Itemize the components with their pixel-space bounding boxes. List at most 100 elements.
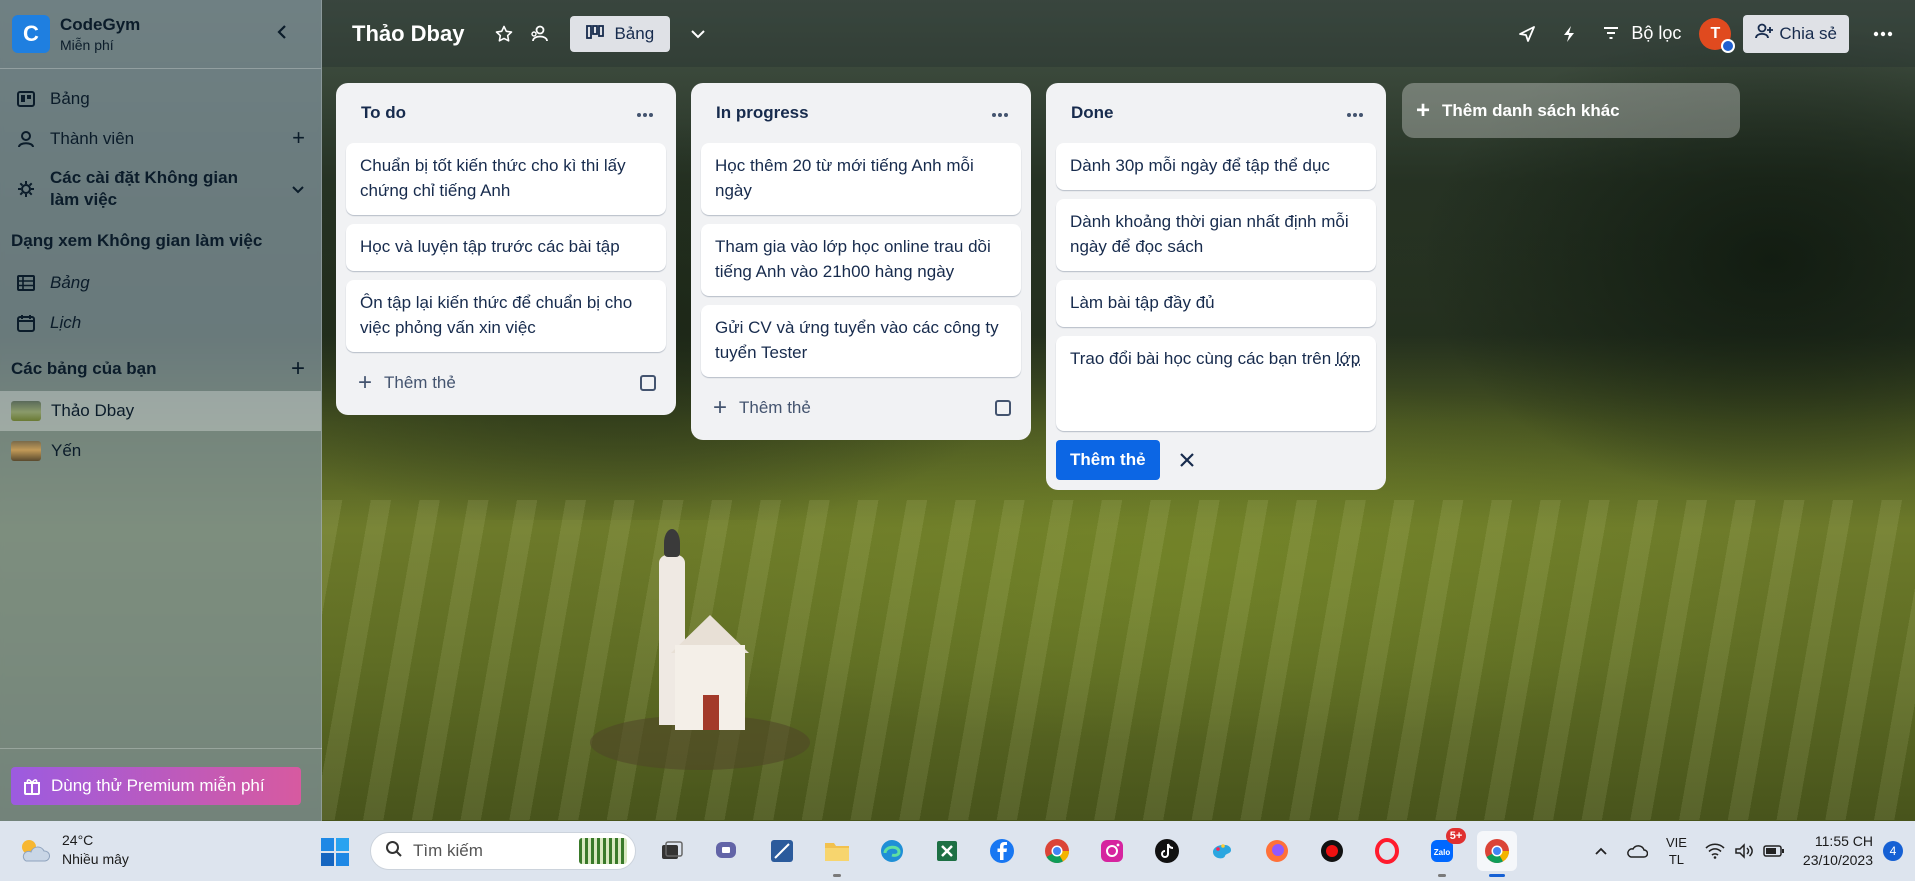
card[interactable]: Dành 30p mỗi ngày để tập thể dục — [1056, 143, 1376, 190]
collapse-sidebar-button[interactable] — [271, 23, 293, 45]
card[interactable]: Gửi CV và ứng tuyển vào các công ty tuyể… — [701, 305, 1021, 377]
wifi-icon[interactable] — [1705, 843, 1725, 859]
snipping-tool-icon[interactable] — [762, 831, 802, 871]
list-header[interactable]: In progress — [701, 83, 1021, 143]
add-board-icon[interactable]: + — [291, 357, 305, 381]
taskbar: 24°C Nhiều mây Tìm kiếm Zalo 5+ VIE TL 1… — [0, 821, 1915, 881]
automation-icon[interactable] — [1553, 18, 1585, 50]
sidebar-item-label: Thành viên — [50, 129, 135, 148]
board-icon — [16, 89, 36, 109]
input-language-indicator[interactable]: VIE TL — [1666, 834, 1687, 868]
star-icon[interactable] — [488, 18, 520, 50]
list-title[interactable]: To do — [361, 103, 406, 123]
list-title[interactable]: Done — [1071, 103, 1114, 123]
premium-trial-button[interactable]: Dùng thử Premium miễn phí — [11, 767, 301, 805]
card[interactable]: Chuẩn bị tốt kiến thức cho kì thi lấy ch… — [346, 143, 666, 215]
chevron-down-icon[interactable] — [291, 177, 305, 199]
share-button[interactable]: Chia sẻ — [1743, 14, 1849, 53]
list-header[interactable]: To do — [346, 83, 666, 143]
screen-recorder-icon[interactable] — [1312, 831, 1352, 871]
your-boards-heading: Các bảng của bạn + — [0, 347, 321, 391]
paint-app-icon[interactable] — [1202, 831, 1242, 871]
card[interactable]: Làm bài tập đầy đủ — [1056, 280, 1376, 327]
card[interactable]: Học và luyện tập trước các bài tập — [346, 224, 666, 271]
chevron-down-icon[interactable] — [682, 18, 714, 50]
avatar[interactable]: T — [1699, 17, 1736, 53]
board-header-actions: Bộ lọc T Chia sẻ — [1495, 0, 1915, 67]
taskbar-search[interactable]: Tìm kiếm — [370, 832, 636, 870]
list-header[interactable]: Done — [1056, 83, 1376, 143]
add-card-actions: Thêm thẻ — [1056, 440, 1376, 480]
your-boards-label: Các bảng của bạn — [11, 359, 157, 378]
zalo-icon[interactable]: Zalo 5+ — [1422, 828, 1466, 877]
list-menu-icon[interactable] — [636, 101, 654, 124]
board-title[interactable]: Thảo Dbay — [352, 21, 464, 47]
sidebar-board-thao-dbay[interactable]: Thảo Dbay — [0, 391, 321, 431]
chrome-icon[interactable] — [1037, 831, 1077, 871]
board-menu-button[interactable] — [1863, 14, 1903, 54]
windows-start-icon[interactable] — [320, 837, 350, 867]
premium-label: Dùng thử Premium miễn phí — [51, 776, 265, 795]
instagram-icon[interactable] — [1092, 831, 1132, 871]
sidebar-item-boards[interactable]: Bảng — [0, 79, 321, 119]
new-card-text: Trao đổi bài học cùng các bạn trên — [1070, 349, 1336, 368]
clock-date: 23/10/2023 — [1802, 852, 1873, 868]
add-member-icon[interactable]: + — [292, 127, 305, 149]
volume-icon[interactable] — [1734, 843, 1754, 859]
card[interactable]: Học thêm 20 từ mới tiếng Anh mỗi ngày — [701, 143, 1021, 215]
list-title[interactable]: In progress — [716, 103, 809, 123]
card-template-icon[interactable] — [995, 400, 1011, 416]
chrome-profile-icon[interactable] — [1477, 831, 1517, 877]
notification-count-badge[interactable]: 4 — [1883, 841, 1903, 861]
add-card-button[interactable]: + Thêm thẻ — [701, 386, 1021, 430]
card[interactable]: Tham gia vào lớp học online trau dồi tiế… — [701, 224, 1021, 296]
teams-chat-icon[interactable] — [707, 831, 747, 871]
add-card-submit-button[interactable]: Thêm thẻ — [1056, 440, 1160, 480]
list-menu-icon[interactable] — [1346, 101, 1364, 124]
onedrive-cloud-icon[interactable] — [1626, 844, 1648, 858]
weather-widget[interactable]: 24°C Nhiều mây — [18, 831, 129, 869]
facebook-icon[interactable] — [982, 831, 1022, 871]
clock[interactable]: 11:55 CH 23/10/2023 — [1803, 832, 1873, 870]
power-ups-icon[interactable] — [1511, 18, 1543, 50]
svg-text:Zalo: Zalo — [1434, 848, 1451, 857]
new-card-textarea[interactable]: Trao đổi bài học cùng các bạn trên lớp — [1056, 336, 1376, 431]
card[interactable]: Ôn tập lại kiến thức để chuẩn bị cho việ… — [346, 280, 666, 352]
add-person-icon — [1755, 23, 1774, 44]
edge-browser-icon[interactable] — [872, 831, 912, 871]
board-thumbnail — [11, 441, 41, 461]
share-label: Chia sẻ — [1779, 23, 1837, 43]
list-menu-icon[interactable] — [991, 101, 1009, 124]
add-card-label: Thêm thẻ — [384, 373, 456, 392]
add-card-button[interactable]: + Thêm thẻ — [346, 361, 666, 405]
excel-icon[interactable] — [927, 831, 967, 871]
search-icon — [385, 840, 403, 863]
firefox-icon[interactable] — [1257, 831, 1297, 871]
file-explorer-icon[interactable] — [817, 831, 857, 877]
task-view-icon[interactable] — [652, 831, 692, 871]
workspace-visibility-icon[interactable] — [524, 18, 556, 50]
battery-icon[interactable] — [1763, 845, 1785, 857]
filter-button[interactable]: Bộ lọc — [1603, 23, 1681, 44]
add-list-button[interactable]: + Thêm danh sách khác — [1402, 83, 1740, 138]
sidebar-item-workspace-settings[interactable]: Các cài đặt Không gian làm việc — [0, 159, 321, 219]
close-icon[interactable] — [1172, 445, 1202, 475]
search-placeholder: Tìm kiếm — [413, 841, 483, 860]
sidebar-board-yen[interactable]: Yến — [0, 431, 321, 471]
chevron-up-icon[interactable] — [1594, 846, 1608, 856]
card[interactable]: Dành khoảng thời gian nhất định mỗi ngày… — [1056, 199, 1376, 271]
sidebar-view-board[interactable]: Bảng — [0, 263, 321, 303]
sidebar-divider — [0, 748, 322, 749]
opera-icon[interactable] — [1367, 831, 1407, 871]
board-name: Thảo Dbay — [51, 401, 135, 420]
sidebar-view-calendar[interactable]: Lịch — [0, 303, 321, 343]
chevron-left-icon — [277, 25, 286, 39]
board-header: Thảo Dbay Bảng Bộ lọc T Chia sẻ — [322, 0, 1915, 67]
background-church — [655, 529, 749, 730]
board-view-button[interactable]: Bảng — [570, 15, 671, 52]
avatar-initial: T — [1710, 24, 1721, 42]
workspace-header: C CodeGym Miễn phí — [0, 0, 321, 69]
card-template-icon[interactable] — [640, 375, 656, 391]
sidebar-item-members[interactable]: Thành viên + — [0, 119, 321, 159]
tiktok-icon[interactable] — [1147, 831, 1187, 871]
